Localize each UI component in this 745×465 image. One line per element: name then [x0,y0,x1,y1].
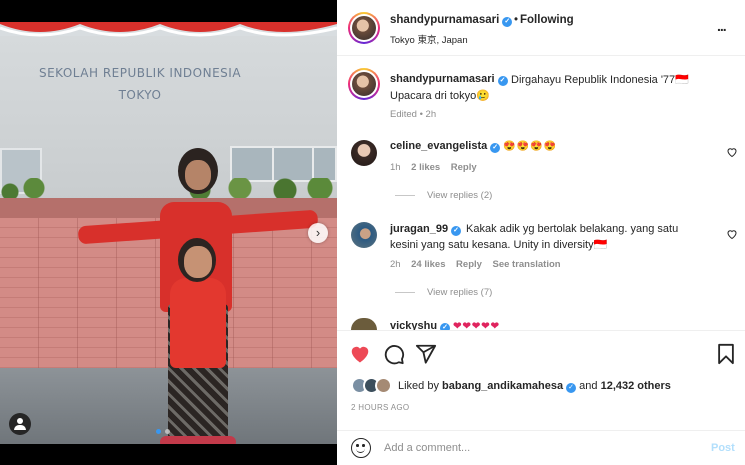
child-face [184,246,212,278]
add-comment-bar: Post [337,430,745,465]
post-actions: Liked by babang_andikamahesa ✓ and 12,432… [337,330,745,442]
carousel-indicator [156,429,170,434]
heart-filled-icon[interactable] [349,343,371,365]
photo-bushes [0,178,337,200]
child-body [170,278,226,368]
liked-by-user[interactable]: babang_andikamahesa [442,380,563,392]
share-icon[interactable] [415,343,437,365]
carousel-dot [165,429,170,434]
post-media: SEKOLAH REPUBLIK INDONESIA TOKYO › [0,0,337,465]
comment-text: ❤❤❤❤❤ [453,321,501,330]
comment-username-text[interactable]: vickyshu [390,320,437,330]
post-detail-panel: shandypurnamasari ✓ • Following Tokyo 東京,… [337,0,745,465]
comment: vickyshu ✓ ❤❤❤❤❤ [337,0,745,330]
comment-input[interactable] [384,440,684,456]
girl-face [185,160,211,190]
comment-icon[interactable] [383,343,405,365]
post-photo[interactable]: SEKOLAH REPUBLIK INDONESIA TOKYO [0,22,337,444]
verified-icon: ✓ [566,383,577,393]
building-window [230,146,337,182]
user-tag-icon[interactable] [9,413,31,435]
bunting-decoration [0,22,337,37]
emoji-icon[interactable] [351,438,371,458]
building-sign-line1: SEKOLAH REPUBLIK INDONESIA [38,66,242,80]
liked-by-and: and [579,380,598,392]
verified-icon: ✓ [440,323,451,330]
avatar [375,377,392,394]
photo-shoes [160,436,236,444]
liked-by-avatars [351,377,395,395]
post-button[interactable]: Post [711,442,735,454]
likes-count[interactable]: 12,432 others [601,380,671,392]
comment-username[interactable]: vickyshu ✓ ❤❤❤❤❤ [390,320,500,330]
chevron-right-icon[interactable]: › [308,223,328,243]
post-date: 2 HOURS AGO [351,403,410,412]
carousel-dot [156,429,161,434]
liked-by-text: Liked by babang_andikamahesa ✓ and 12,432… [398,380,671,393]
building-sign-line2: TOKYO [118,88,162,102]
avatar[interactable] [351,318,377,330]
bookmark-icon[interactable] [715,343,737,365]
liked-by-prefix: Liked by [398,380,439,392]
